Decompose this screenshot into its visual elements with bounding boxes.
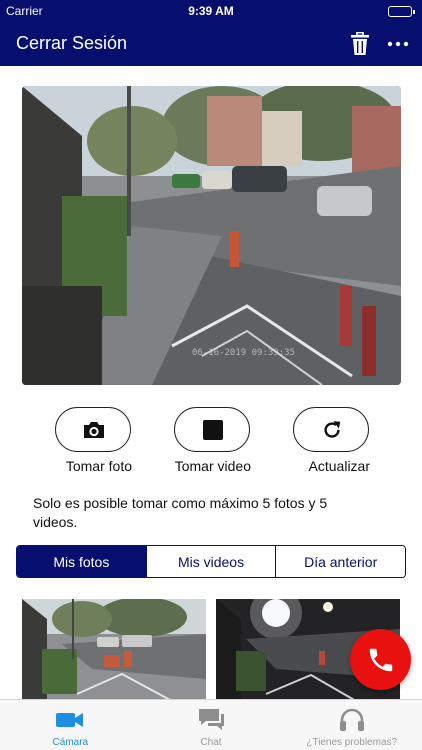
take-video-button[interactable] [174, 407, 250, 452]
take-photo-action[interactable]: Tomar foto [54, 407, 132, 476]
photo-thumbnail-image [22, 599, 206, 701]
refresh-action[interactable]: Actualizar [292, 407, 370, 476]
tab-help[interactable]: ¿Tienes problemas? [281, 700, 422, 750]
tab-bar: Cámara Chat ¿Tienes problemas? [0, 699, 422, 750]
phone-icon [369, 648, 392, 671]
refresh-button[interactable] [293, 407, 369, 452]
segment-previous-day[interactable]: Día anterior [276, 546, 405, 577]
tab-camera[interactable]: Cámara [0, 700, 141, 750]
tab-camera-label: Cámara [52, 737, 89, 748]
video-camera-icon [56, 713, 84, 727]
tab-chat-label: Chat [200, 737, 222, 748]
camera-icon [84, 422, 104, 438]
nav-bar: Cerrar Sesión [0, 22, 422, 66]
battery-icon [388, 6, 415, 17]
logout-button[interactable]: Cerrar Sesión [16, 33, 127, 54]
take-video-action[interactable]: Tomar video [173, 407, 251, 476]
limit-notice: Solo es posible tomar como máximo 5 foto… [33, 495, 328, 530]
media-segmented-control: Mis fotos Mis videos Día anterior [16, 545, 406, 578]
refresh-label: Actualizar [308, 458, 370, 474]
status-bar: Carrier 9:39 AM [0, 0, 422, 22]
segment-my-photos[interactable]: Mis fotos [17, 546, 147, 577]
refresh-icon [324, 421, 341, 438]
call-button[interactable] [350, 629, 411, 690]
more-icon[interactable] [386, 32, 410, 56]
camera-image [22, 86, 401, 385]
take-photo-label: Tomar foto [65, 458, 132, 474]
segment-my-videos[interactable]: Mis videos [146, 546, 277, 577]
camera-live-view[interactable]: 06-16-2019 09:39:35 [22, 86, 401, 385]
chat-icon [199, 709, 224, 730]
take-photo-button[interactable] [55, 407, 131, 452]
photo-thumbnail[interactable] [22, 599, 206, 701]
stop-icon [203, 420, 223, 440]
status-time: 9:39 AM [188, 4, 234, 18]
camera-timestamp: 06-16-2019 09:39:35 [192, 348, 295, 358]
trash-icon[interactable] [350, 31, 370, 56]
tab-help-label: ¿Tienes problemas? [306, 737, 398, 748]
headphones-icon [339, 708, 364, 731]
take-video-label: Tomar video [174, 458, 251, 474]
tab-chat[interactable]: Chat [141, 700, 282, 750]
